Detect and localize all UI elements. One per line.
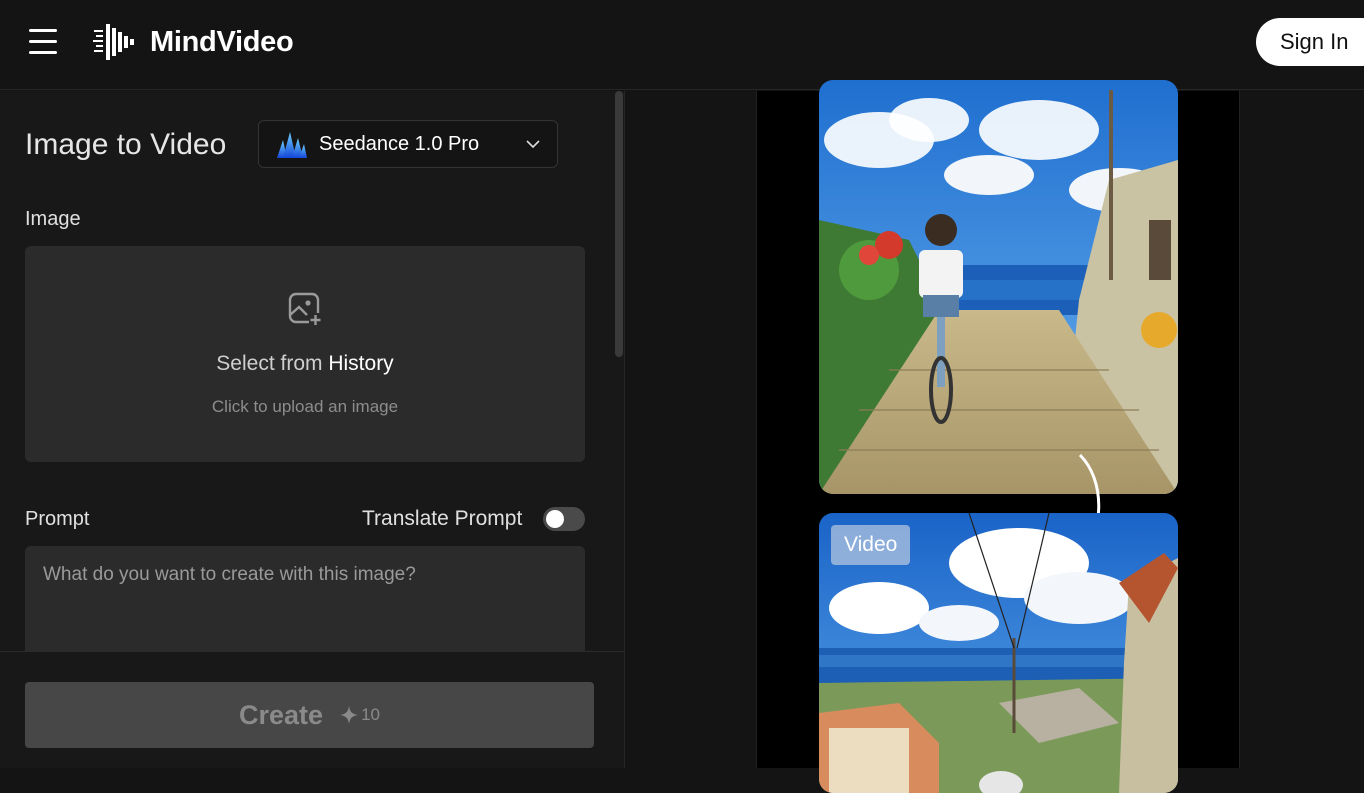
- select-prefix-text: Select from: [216, 352, 323, 375]
- image-upload-area[interactable]: Select from History Click to upload an i…: [25, 246, 585, 462]
- mindvideo-logo-icon: [93, 24, 134, 60]
- video-result-preview[interactable]: Video: [819, 513, 1178, 793]
- model-name: Seedance 1.0 Pro: [319, 132, 480, 155]
- page-title: Image to Video: [25, 128, 227, 161]
- example-image-boy-bicycle: [819, 80, 1178, 494]
- toggle-knob: [546, 510, 564, 528]
- translate-prompt-label: Translate Prompt: [362, 507, 523, 530]
- translate-prompt-toggle[interactable]: [543, 507, 585, 531]
- action-bar: Create 10: [0, 651, 624, 768]
- prompt-input[interactable]: [25, 546, 585, 656]
- sparkle-icon: [340, 706, 359, 724]
- image-section-label: Image: [25, 208, 81, 230]
- hamburger-menu-icon[interactable]: [29, 29, 57, 55]
- create-button[interactable]: Create 10: [25, 682, 594, 748]
- brand-logo[interactable]: MindVideo: [92, 22, 294, 62]
- video-badge: Video: [831, 525, 911, 565]
- upload-hint: Click to upload an image: [211, 397, 399, 416]
- source-image-preview: [819, 80, 1178, 494]
- panel-scrollbar[interactable]: [615, 91, 623, 357]
- credit-amount: 10: [361, 705, 380, 724]
- top-header: MindVideo Sign In: [0, 0, 1364, 90]
- seedance-model-icon: [277, 132, 307, 158]
- sign-in-button[interactable]: Sign In: [1256, 18, 1364, 66]
- model-dropdown[interactable]: Seedance 1.0 Pro: [258, 120, 558, 168]
- generation-panel: Image to Video Seedance 1.0 Pro Image Se…: [0, 91, 625, 768]
- select-from-history[interactable]: Select from History: [25, 352, 585, 376]
- create-label: Create: [239, 699, 324, 730]
- history-link[interactable]: History: [328, 352, 393, 375]
- brand-name: MindVideo: [150, 25, 294, 58]
- credit-cost: 10: [339, 705, 380, 725]
- chevron-down-icon: [526, 140, 540, 149]
- add-image-icon: [288, 292, 322, 326]
- prompt-section-label: Prompt: [25, 508, 90, 530]
